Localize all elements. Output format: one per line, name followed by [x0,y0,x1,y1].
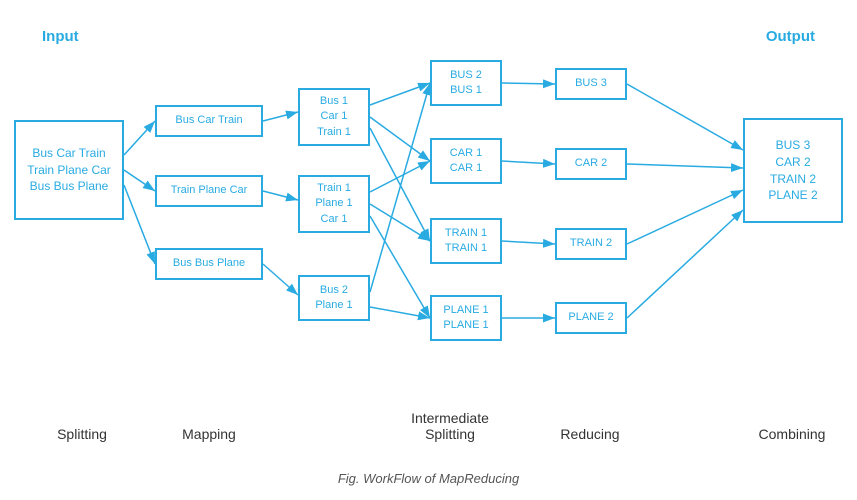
inter-box-2: TRAIN 1 TRAIN 1 [430,218,502,264]
splitting-label: Splitting [42,426,122,442]
split-box-2: Bus Bus Plane [155,248,263,280]
map-box-1: Train 1 Plane 1 Car 1 [298,175,370,233]
split-box-0: Bus Car Train [155,105,263,137]
intermediate-label: IntermediateSplitting [395,410,505,442]
reduce-box-1: CAR 2 [555,148,627,180]
reduce-box-0: BUS 3 [555,68,627,100]
output-box: BUS 3 CAR 2 TRAIN 2 PLANE 2 [743,118,843,223]
reduce-box-3: PLANE 2 [555,302,627,334]
split-box-1: Train Plane Car [155,175,263,207]
reduce-box-2: TRAIN 2 [555,228,627,260]
input-box: Bus Car Train Train Plane Car Bus Bus Pl… [14,120,124,220]
map-box-0: Bus 1 Car 1 Train 1 [298,88,370,146]
reducing-label: Reducing [540,426,640,442]
diagram-container: Input Output Bus Car Train Train Plane C… [0,0,857,500]
output-label: Output [766,28,815,45]
figure-caption: Fig. WorkFlow of MapReducing [338,471,519,486]
inter-box-3: PLANE 1 PLANE 1 [430,295,502,341]
mapping-label: Mapping [155,426,263,442]
combining-label: Combining [737,426,847,442]
input-label: Input [42,28,79,45]
inter-box-0: BUS 2 BUS 1 [430,60,502,106]
inter-box-1: CAR 1 CAR 1 [430,138,502,184]
map-box-2: Bus 2 Plane 1 [298,275,370,321]
